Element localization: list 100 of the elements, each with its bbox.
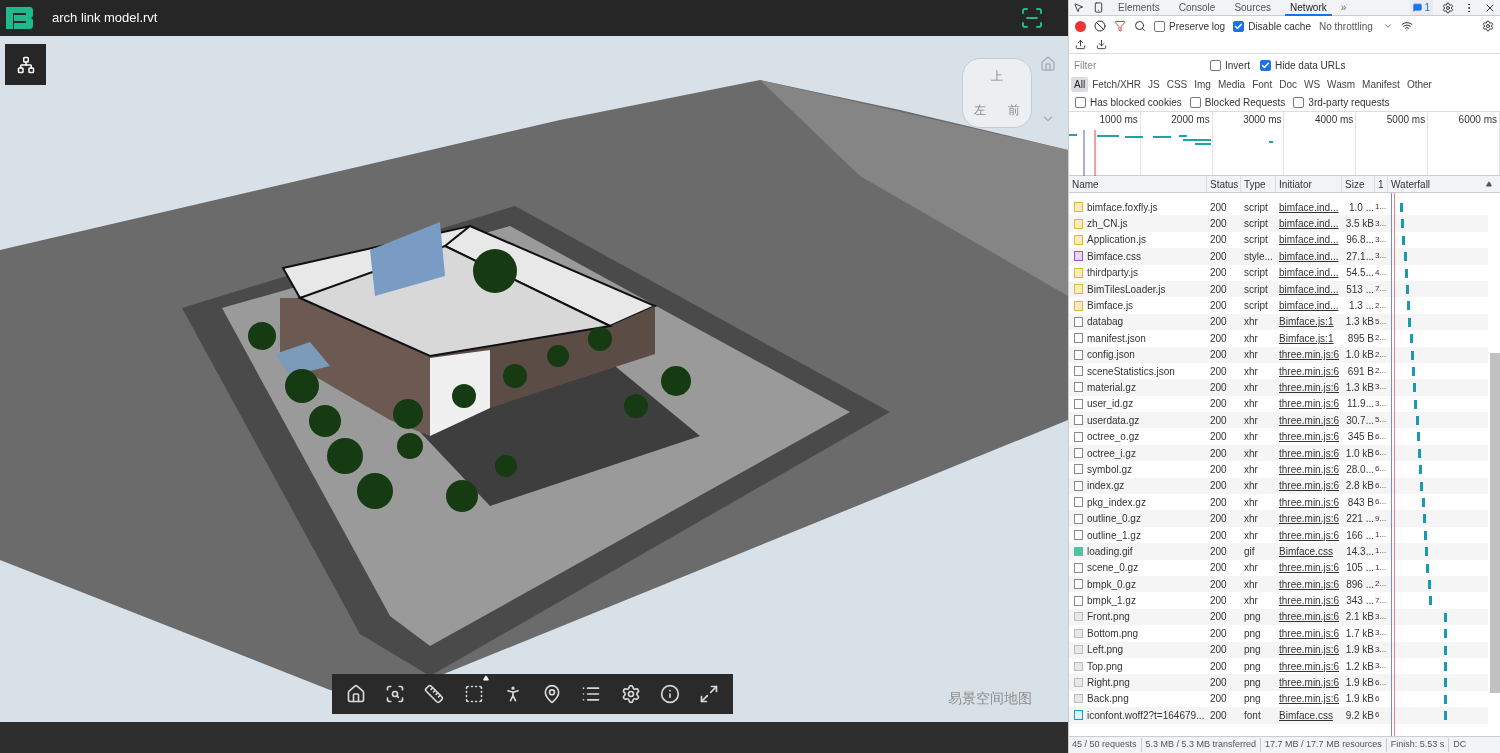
size-cell: 1.3 kB [1345, 316, 1374, 328]
request-row[interactable]: material.gz 200 xhr three.min.js:6 1.3 kB3... [1069, 379, 1488, 396]
request-row[interactable]: outline_0.gz 200 xhr three.min.js:6 221 ...9... [1069, 510, 1488, 527]
settings-icon[interactable] [1442, 1, 1454, 14]
messages-badge[interactable]: 1 [1410, 0, 1433, 15]
waterfall-bar [1406, 284, 1409, 294]
initiator-link[interactable]: three.min.js:6 [1279, 677, 1340, 688]
request-name: bmpk_0.gz [1087, 577, 1136, 592]
type-filter-chip[interactable]: CSS [1163, 77, 1191, 92]
type-filter-chip[interactable]: Manifest [1359, 77, 1403, 92]
type-filter-chip[interactable]: Font [1249, 77, 1276, 92]
throttling-dropdown[interactable]: No throttling [1318, 18, 1393, 34]
column-header[interactable]: 1 [1375, 176, 1388, 192]
request-name: bimface.foxfly.js [1087, 200, 1158, 215]
initiator-link[interactable]: bimface.ind... [1279, 218, 1339, 230]
initiator-link[interactable]: three.min.js:6 [1279, 513, 1340, 525]
type-filter-chip[interactable]: WS [1301, 77, 1324, 92]
initiator-link[interactable]: three.min.js:6 [1279, 562, 1340, 574]
initiator-link[interactable]: three.min.js:6 [1279, 431, 1340, 443]
initiator-link[interactable]: three.min.js:6 [1279, 398, 1340, 410]
request-row[interactable]: Right.png 200 png three.min.js:6 1.9 kB6... [1069, 674, 1488, 691]
initiator-link[interactable]: three.min.js:6 [1279, 693, 1340, 705]
devtools-tab[interactable]: Elements [1113, 0, 1165, 16]
devtools-tab[interactable]: Network [1285, 0, 1332, 16]
checkbox[interactable] [1233, 20, 1245, 32]
waterfall-bar [1419, 465, 1423, 475]
devtools-tab[interactable]: Console [1173, 0, 1221, 16]
initiator-link[interactable]: Bimface.css [1279, 545, 1333, 557]
initiator-link[interactable]: three.min.js:6 [1279, 578, 1340, 590]
inspect-icon[interactable] [1073, 2, 1084, 13]
scan-icon[interactable] [1020, 6, 1044, 30]
initiator-link[interactable]: three.min.js:6 [1279, 660, 1340, 672]
initiator-link[interactable]: three.min.js:6 [1279, 365, 1340, 377]
column-header[interactable]: Name [1069, 176, 1207, 192]
initiator-link[interactable]: three.min.js:6 [1279, 480, 1340, 492]
export-icon[interactable] [1096, 39, 1107, 50]
clear-icon[interactable] [1094, 20, 1106, 32]
request-name: user_id.gz [1087, 397, 1134, 412]
column-header[interactable]: Status [1207, 176, 1241, 192]
initiator-link[interactable]: three.min.js:6 [1279, 496, 1340, 508]
initiator-link[interactable]: bimface.ind... [1279, 300, 1339, 312]
initiator-link[interactable]: three.min.js:6 [1279, 447, 1340, 459]
request-row[interactable]: Bimface.css 200 style... bimface.ind... 27.1...3... [1069, 248, 1488, 265]
column-header[interactable]: Waterfall [1388, 176, 1486, 192]
type-cell: xhr [1244, 480, 1258, 492]
settings-icon[interactable] [1482, 20, 1494, 32]
type-filter-chip[interactable]: Wasm [1324, 77, 1359, 92]
initiator-link[interactable]: three.min.js:6 [1279, 382, 1340, 393]
record-button[interactable] [1075, 20, 1086, 32]
initiator-link[interactable]: three.min.js:6 [1279, 529, 1340, 541]
type-filter-chip[interactable]: Img [1191, 77, 1214, 92]
initiator-link[interactable]: three.min.js:6 [1279, 595, 1340, 607]
type-filter-chip[interactable]: JS [1145, 77, 1163, 92]
initiator-link[interactable]: three.min.js:6 [1279, 463, 1340, 475]
more-tabs-button[interactable]: » [1340, 0, 1347, 15]
network-conditions-icon[interactable] [1400, 20, 1413, 32]
checkbox[interactable] [1260, 59, 1271, 71]
request-name: sceneStatistics.json [1087, 364, 1175, 379]
checkbox[interactable] [1189, 96, 1201, 108]
type-filter-chip[interactable]: Fetch/XHR [1089, 77, 1145, 92]
initiator-link[interactable]: bimface.ind... [1279, 283, 1339, 295]
checkbox[interactable] [1154, 20, 1165, 32]
status-cell: 200 [1210, 496, 1227, 508]
devtools-tab[interactable]: Sources [1229, 0, 1277, 16]
checkbox[interactable] [1210, 59, 1221, 71]
device-toolbar-icon[interactable] [1093, 2, 1104, 13]
scrollbar-thumb[interactable] [1490, 353, 1500, 693]
initiator-link[interactable]: bimface.ind... [1279, 234, 1339, 246]
waterfall-bar [1444, 694, 1447, 704]
initiator-link[interactable]: three.min.js:6 [1279, 611, 1340, 623]
filter-icon[interactable] [1114, 20, 1126, 32]
initiator-link[interactable]: bimface.ind... [1279, 201, 1339, 213]
initiator-link[interactable]: three.min.js:6 [1279, 349, 1340, 361]
request-row[interactable]: userdata.gz 200 xhr three.min.js:6 30.7...5... [1069, 412, 1488, 429]
initiator-link[interactable]: Bimface.js:1 [1279, 332, 1334, 344]
initiator-link[interactable]: Bimface.js:1 [1279, 316, 1334, 328]
initiator-link[interactable]: three.min.js:6 [1279, 627, 1340, 639]
search-icon[interactable] [1134, 20, 1146, 32]
sort-icon[interactable] [1486, 181, 1492, 187]
checkbox[interactable] [1075, 96, 1086, 108]
type-filter-chip[interactable]: Doc [1276, 77, 1300, 92]
request-row[interactable]: loading.gif 200 gif Bimface.css 14.3...1... [1069, 543, 1488, 560]
checkbox[interactable] [1293, 96, 1305, 108]
request-row[interactable]: zh_CN.js 200 script bimface.ind... 3.5 kB3... [1069, 215, 1488, 232]
column-header[interactable]: Initiator [1276, 176, 1342, 192]
column-header[interactable]: Size [1342, 176, 1375, 192]
column-header[interactable]: Type [1241, 176, 1276, 192]
request-row[interactable]: iconfont.woff2?t=164679... 200 font Bimface.css 9.2 kB6 [1069, 707, 1488, 724]
waterfall-bar [1400, 203, 1403, 212]
initiator-link[interactable]: Bimface.css [1279, 709, 1333, 721]
initiator-link[interactable]: three.min.js:6 [1279, 644, 1340, 656]
type-filter-chip[interactable]: Other [1403, 77, 1435, 92]
type-filter-chip[interactable]: Media [1214, 77, 1249, 92]
import-icon[interactable] [1075, 39, 1086, 50]
model-tree-button[interactable] [5, 44, 46, 85]
type-filter-chip[interactable]: All [1071, 77, 1089, 92]
time-cell: 6... [1375, 677, 1387, 687]
initiator-link[interactable]: three.min.js:6 [1279, 414, 1340, 426]
initiator-link[interactable]: bimface.ind... [1279, 250, 1339, 262]
initiator-link[interactable]: bimface.ind... [1279, 267, 1339, 279]
